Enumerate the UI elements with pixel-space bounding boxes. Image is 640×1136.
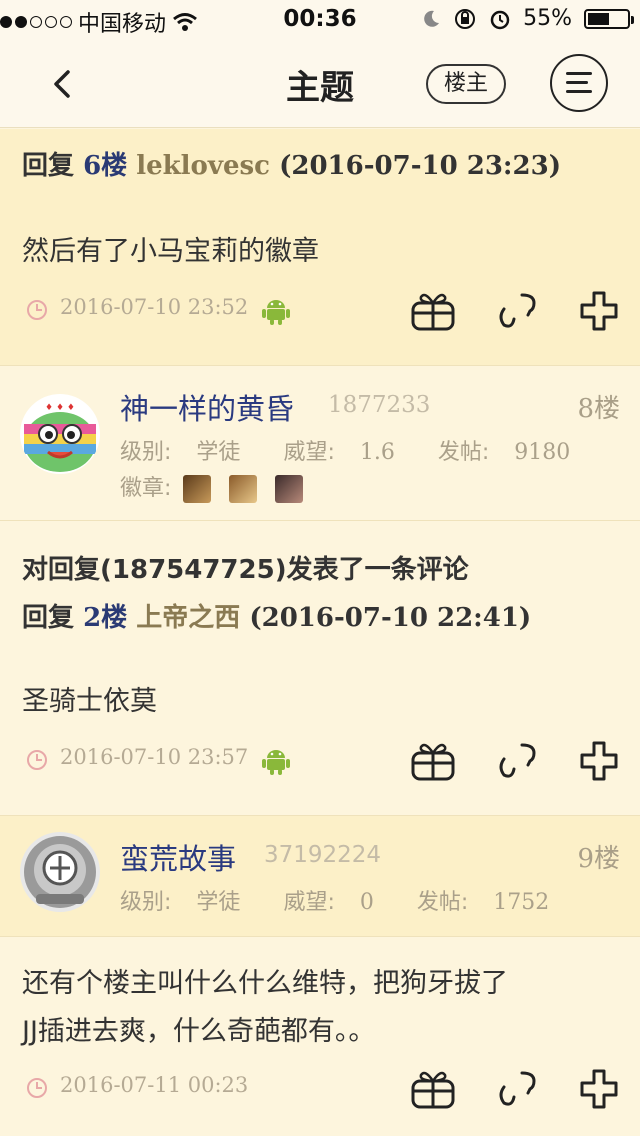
username-link[interactable]: 蛮荒故事 bbox=[120, 836, 236, 878]
user-post-count: 1752 bbox=[493, 890, 550, 915]
reply-floor-link[interactable]: 2楼 bbox=[83, 603, 127, 633]
clock-icon bbox=[27, 1078, 47, 1098]
nav-bar: 主题 楼主 bbox=[0, 40, 640, 128]
user-id: 37192224 bbox=[264, 842, 382, 868]
avatar[interactable] bbox=[20, 832, 100, 912]
post-block: 还有个楼主叫什么什么维特，把狗牙拔了 JJ插进去爽，什么奇葩都有。。 2016-… bbox=[0, 937, 640, 1136]
user-level: 学徒 bbox=[196, 890, 241, 915]
post-body-line: 还有个楼主叫什么什么维特，把狗牙拔了 bbox=[22, 968, 508, 999]
reply-header: 回复 6楼 leklovesc (2016-07-10 23:23) bbox=[22, 151, 562, 181]
post-timestamp: 2016-07-10 23:52 bbox=[60, 295, 249, 319]
user-header: ♦ ♦ ♦ 神一样的黄昏 1877233 8楼 级别: 学徒 威望: 1.6 发… bbox=[0, 365, 640, 521]
user-header: 蛮荒故事 37192224 9楼 级别: 学徒 威望: 0 发帖: 1752 bbox=[0, 815, 640, 937]
post-block: 对回复(187547725)发表了一条评论 回复 2楼 上帝之西 (2016-0… bbox=[0, 521, 640, 815]
post-body: 然后有了小马宝莉的徽章 bbox=[22, 236, 319, 267]
battery-icon bbox=[584, 8, 634, 29]
post-meta: 2016-07-10 23:52 bbox=[22, 289, 640, 333]
back-button[interactable] bbox=[40, 60, 88, 108]
add-button[interactable] bbox=[576, 1067, 622, 1111]
floor-number: 8楼 bbox=[577, 394, 620, 424]
alarm-icon bbox=[490, 10, 510, 29]
post-meta: 2016-07-10 23:57 bbox=[22, 739, 640, 783]
user-post-count: 9180 bbox=[514, 440, 571, 465]
post-body-line: JJ插进去爽，什么奇葩都有。。 bbox=[22, 1016, 376, 1047]
status-bar: 中国移动 00:36 55% bbox=[0, 0, 640, 40]
comment-header: 对回复(187547725)发表了一条评论 bbox=[22, 555, 469, 585]
post-meta: 2016-07-11 00:23 bbox=[22, 1067, 640, 1111]
reply-floor-link[interactable]: 6楼 bbox=[83, 151, 127, 181]
reply-button[interactable] bbox=[494, 739, 540, 783]
post-timestamp: 2016-07-11 00:23 bbox=[60, 1073, 249, 1097]
add-button[interactable] bbox=[576, 289, 622, 333]
page-title: 主题 bbox=[286, 68, 354, 108]
clock-icon bbox=[27, 300, 47, 320]
status-right: 55% bbox=[421, 6, 634, 31]
svg-text:♦ ♦ ♦: ♦ ♦ ♦ bbox=[45, 403, 75, 413]
username-link[interactable]: 神一样的黄昏 bbox=[120, 386, 294, 428]
add-button[interactable] bbox=[576, 739, 622, 783]
android-icon bbox=[262, 750, 290, 775]
user-id: 1877233 bbox=[328, 392, 431, 418]
user-prestige: 0 bbox=[359, 890, 374, 915]
menu-button[interactable] bbox=[550, 54, 608, 112]
user-level: 学徒 bbox=[196, 440, 241, 465]
menu-icon bbox=[566, 72, 592, 75]
post-body: 圣骑士依莫 bbox=[22, 686, 157, 717]
user-stats: 级别: 学徒 威望: 1.6 发帖: 9180 bbox=[120, 440, 571, 465]
gift-button[interactable] bbox=[410, 289, 456, 333]
android-icon bbox=[262, 300, 290, 325]
user-prestige: 1.6 bbox=[359, 440, 395, 465]
reply-user-link[interactable]: 上帝之西 bbox=[136, 603, 240, 633]
battery-percent: 55% bbox=[523, 6, 572, 31]
avatar[interactable]: ♦ ♦ ♦ bbox=[20, 394, 100, 474]
post-block: 回复 6楼 leklovesc (2016-07-10 23:23) 然后有了小… bbox=[0, 129, 640, 365]
user-badges: 徽章: bbox=[120, 470, 321, 503]
reply-button[interactable] bbox=[494, 1067, 540, 1111]
floor-number: 9楼 bbox=[577, 844, 620, 874]
user-stats: 级别: 学徒 威望: 0 发帖: 1752 bbox=[120, 890, 550, 915]
reply-user-link[interactable]: leklovesc bbox=[136, 151, 270, 181]
post-timestamp: 2016-07-10 23:57 bbox=[60, 745, 249, 769]
badge-icon[interactable] bbox=[275, 475, 304, 503]
reply-button[interactable] bbox=[494, 289, 540, 333]
reply-header: 回复 2楼 上帝之西 (2016-07-10 22:41) bbox=[22, 603, 532, 633]
only-owner-button[interactable]: 楼主 bbox=[426, 64, 506, 104]
badge-icon[interactable] bbox=[229, 475, 258, 503]
clock-icon bbox=[27, 750, 47, 770]
rotation-lock-icon bbox=[455, 8, 476, 29]
gift-button[interactable] bbox=[410, 739, 456, 783]
badge-icon[interactable] bbox=[183, 475, 212, 503]
gift-button[interactable] bbox=[410, 1067, 456, 1111]
moon-icon bbox=[424, 10, 440, 27]
